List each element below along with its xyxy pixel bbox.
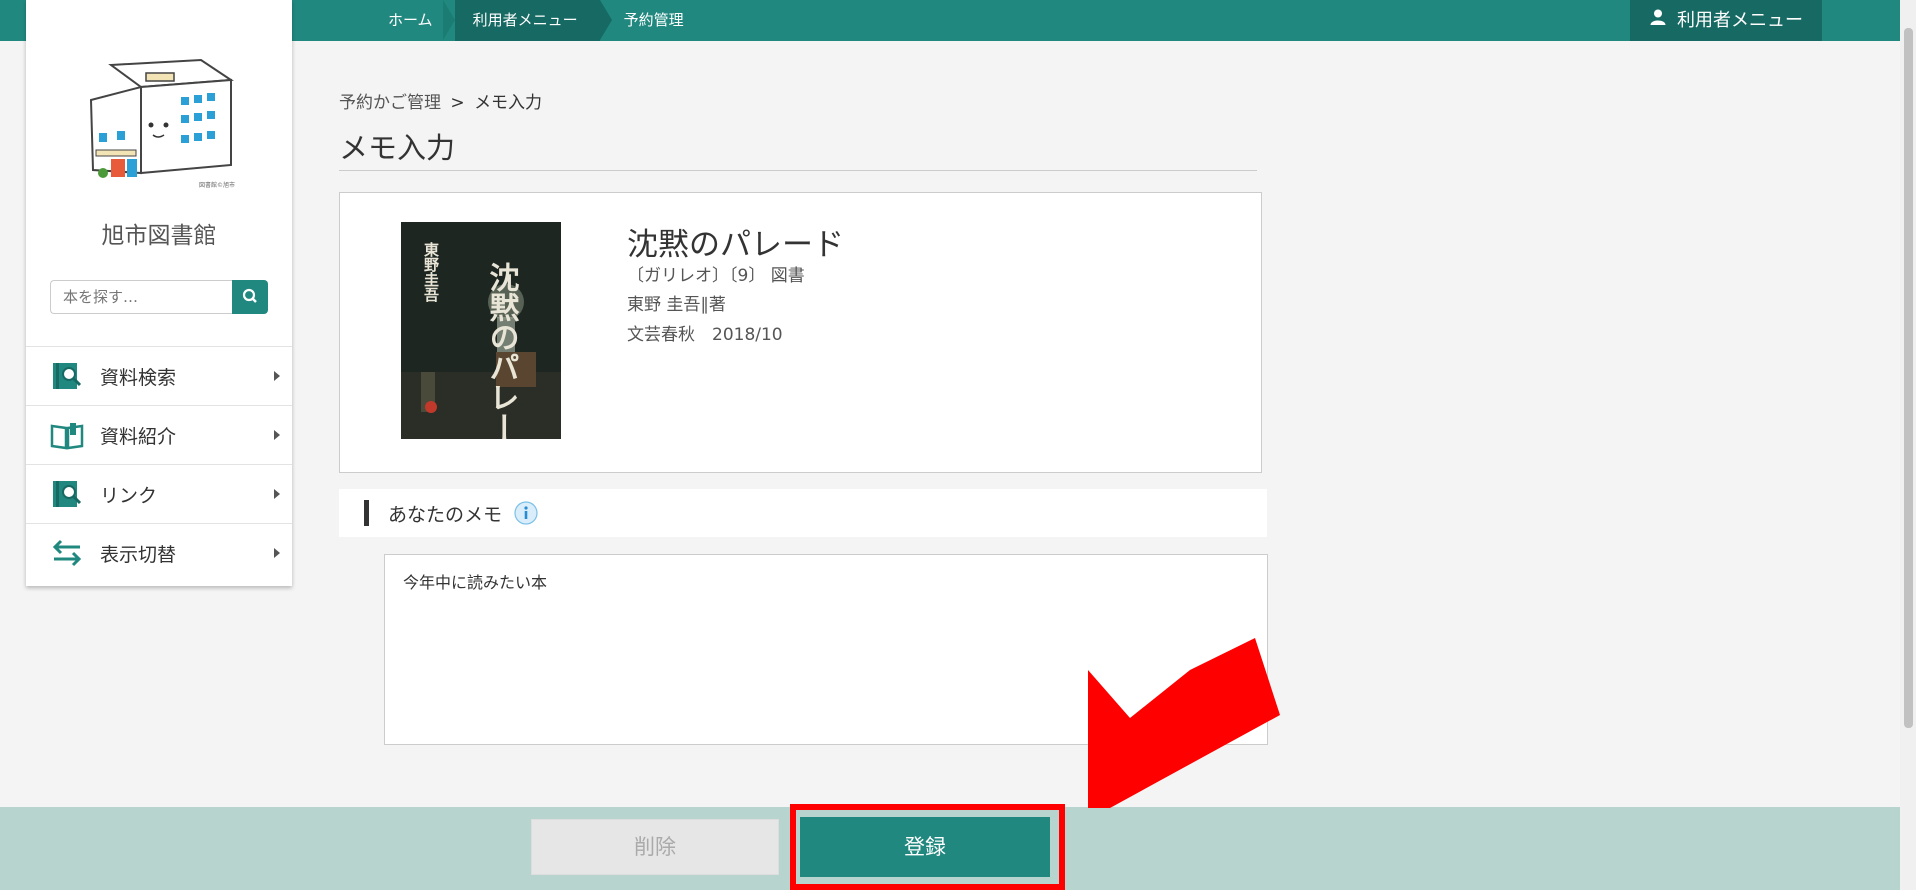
sidebar-item-label: 資料検索 <box>100 366 177 389</box>
sidebar-item-material-search[interactable]: 資料検索 <box>26 346 292 405</box>
swap-arrows-icon <box>52 539 82 567</box>
user-menu-button[interactable]: 利用者メニュー <box>1630 0 1822 41</box>
book-series: 〔ガリレオ〕〔9〕 図書 <box>627 266 805 286</box>
nav-reservation-management[interactable]: 予約管理 <box>600 0 706 41</box>
chevron-right-icon <box>274 489 280 499</box>
library-logo[interactable]: 図書館©旭市 <box>81 55 251 190</box>
sidebar-item-display-toggle[interactable]: 表示切替 <box>26 523 292 582</box>
cover-author: 東野圭吾 <box>422 241 440 303</box>
nav-home[interactable]: ホーム <box>370 0 455 41</box>
vertical-scrollbar[interactable] <box>1900 0 1916 890</box>
section-marker <box>364 500 369 526</box>
chevron-right-icon <box>274 548 280 558</box>
cover-title: 沈黙のパレード <box>484 262 520 439</box>
svg-text:図書館©旭市: 図書館©旭市 <box>199 181 235 189</box>
book-author: 東野 圭吾∥著 <box>627 295 726 315</box>
breadcrumb-parent[interactable]: 予約かご管理 <box>339 93 441 113</box>
search-icon <box>242 288 257 303</box>
sidebar-item-label: 表示切替 <box>100 543 177 566</box>
open-book-icon <box>50 423 84 450</box>
sidebar-item-material-intro[interactable]: 資料紹介 <box>26 405 292 464</box>
sidebar: 図書館©旭市 旭市図書館 資料検索 資料紹介 <box>26 0 292 586</box>
book-card: 沈黙のパレード 東野圭吾 沈黙のパレード 〔ガリレオ〕〔9〕 図書 東野 圭吾∥… <box>339 192 1262 473</box>
book-title[interactable]: 沈黙のパレード <box>627 219 844 264</box>
chevron-right-icon <box>274 430 280 440</box>
scrollbar-thumb[interactable] <box>1904 28 1913 728</box>
annotation-arrow-icon <box>1085 638 1280 808</box>
chevron-right-icon <box>274 371 280 381</box>
sidebar-item-label: 資料紹介 <box>100 425 177 448</box>
info-icon[interactable] <box>514 501 538 525</box>
search-input[interactable] <box>50 280 234 314</box>
memo-section-header: あなたのメモ <box>339 489 1267 537</box>
search-button[interactable] <box>232 280 268 314</box>
book-publisher-date: 文芸春秋 2018/10 <box>627 325 783 345</box>
nav-user-menu[interactable]: 利用者メニュー <box>454 0 612 41</box>
page-title: メモ入力 <box>339 125 1257 171</box>
annotation-highlight-box <box>790 804 1065 890</box>
library-name: 旭市図書館 <box>101 223 217 249</box>
book-search-icon <box>53 363 82 389</box>
breadcrumb-separator: > <box>450 93 465 113</box>
link-search-icon <box>53 481 82 507</box>
sidebar-item-label: リンク <box>100 484 158 507</box>
breadcrumb: 予約かご管理 > メモ入力 <box>339 88 542 113</box>
memo-heading: あなたのメモ <box>388 503 503 526</box>
top-breadcrumb-nav: ホーム 利用者メニュー 予約管理 <box>370 0 706 41</box>
person-icon <box>1649 0 1667 41</box>
user-menu-label: 利用者メニュー <box>1677 10 1803 31</box>
book-cover-image[interactable]: 沈黙のパレード 東野圭吾 <box>401 222 561 472</box>
delete-button[interactable]: 削除 <box>531 819 779 875</box>
breadcrumb-current: メモ入力 <box>474 93 543 113</box>
sidebar-item-links[interactable]: リンク <box>26 464 292 523</box>
